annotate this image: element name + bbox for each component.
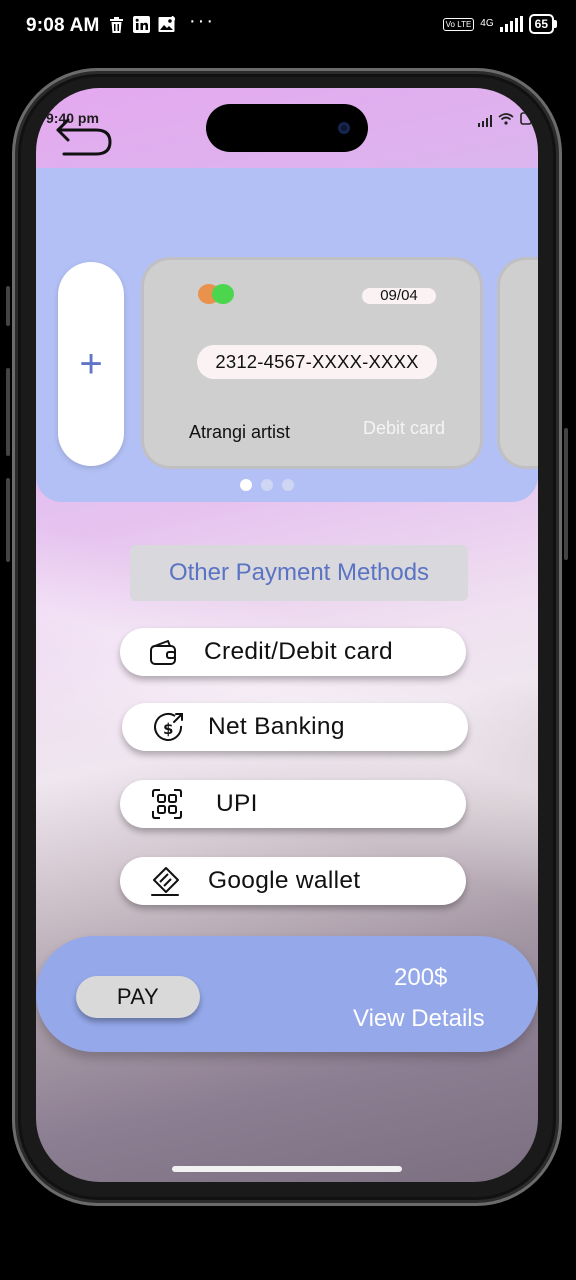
wallet-icon [146, 635, 180, 669]
card-holder-name: Atrangi artist [189, 422, 291, 442]
method-label: Google wallet [208, 867, 361, 894]
pay-bar: PAY 200$ View Details [36, 936, 538, 1052]
other-payment-methods-heading: Other Payment Methods [130, 545, 468, 601]
more-notifications-icon: ··· [189, 10, 215, 32]
view-details-link[interactable]: View Details [353, 1005, 485, 1033]
carousel-pager [240, 479, 294, 491]
pager-dot[interactable] [240, 479, 252, 491]
signal-icon [499, 16, 523, 32]
credit-debit-card-option[interactable]: Credit/Debit card [120, 628, 466, 676]
saved-card[interactable]: 09/04 2312-4567-XXXX-XXXX Atrangi artist… [144, 260, 480, 466]
net-banking-option[interactable]: $ Net Banking [122, 703, 468, 751]
side-button [6, 478, 10, 562]
network-type: 4G [480, 18, 494, 29]
method-label: Credit/Debit card [204, 638, 393, 665]
google-wallet-option[interactable]: Google wallet [120, 857, 466, 905]
linkedin-icon [133, 16, 150, 33]
next-card-preview[interactable] [500, 260, 538, 466]
upi-option[interactable]: UPI [120, 780, 466, 828]
system-status-bar: 9:08 AM ··· Vo LTE 4G 65 [0, 0, 576, 56]
camera-icon [338, 122, 350, 134]
volte-badge: Vo LTE [442, 17, 475, 31]
method-label: Net Banking [208, 713, 345, 740]
card-tag-icon [148, 864, 182, 898]
pager-dot[interactable] [282, 479, 294, 491]
pager-dot[interactable] [261, 479, 273, 491]
signal-icon [478, 115, 492, 127]
total-amount: 200$ [394, 964, 448, 991]
notification-icons: ··· [108, 10, 215, 33]
qr-code-icon [150, 787, 184, 821]
card-network-logo [198, 284, 236, 304]
method-label: UPI [216, 790, 258, 817]
card-expiry: 09/04 [362, 288, 436, 304]
side-button [6, 286, 10, 326]
back-arrow-icon[interactable] [54, 118, 112, 162]
card-number: 2312-4567-XXXX-XXXX [197, 345, 437, 379]
card-carousel: + 09/04 2312-4567-XXXX-XXXX Atrangi arti… [36, 168, 538, 502]
battery-icon: 65 [528, 14, 558, 34]
wifi-icon [498, 112, 514, 130]
gallery-icon [158, 16, 175, 33]
system-indicators: Vo LTE 4G 65 [442, 14, 558, 34]
app-status-indicators [478, 112, 532, 130]
battery-icon [520, 112, 532, 130]
card-type-label: Debit card [363, 418, 446, 438]
pay-button[interactable]: PAY [76, 976, 200, 1018]
app-screen: 9:40 pm + 09/04 2312-4567-XXXX-XXXX Atra… [36, 88, 538, 1182]
svg-text:$: $ [163, 720, 173, 738]
home-indicator[interactable] [172, 1166, 402, 1172]
system-clock: 9:08 AM [26, 15, 100, 36]
delete-icon [108, 16, 125, 33]
side-button [564, 428, 568, 560]
add-card-button[interactable]: + [58, 262, 124, 466]
plus-icon: + [79, 342, 103, 386]
app-status-bar: 9:40 pm [36, 88, 538, 168]
dollar-exchange-icon: $ [152, 710, 186, 744]
dynamic-island [206, 104, 368, 152]
side-button [6, 368, 10, 456]
